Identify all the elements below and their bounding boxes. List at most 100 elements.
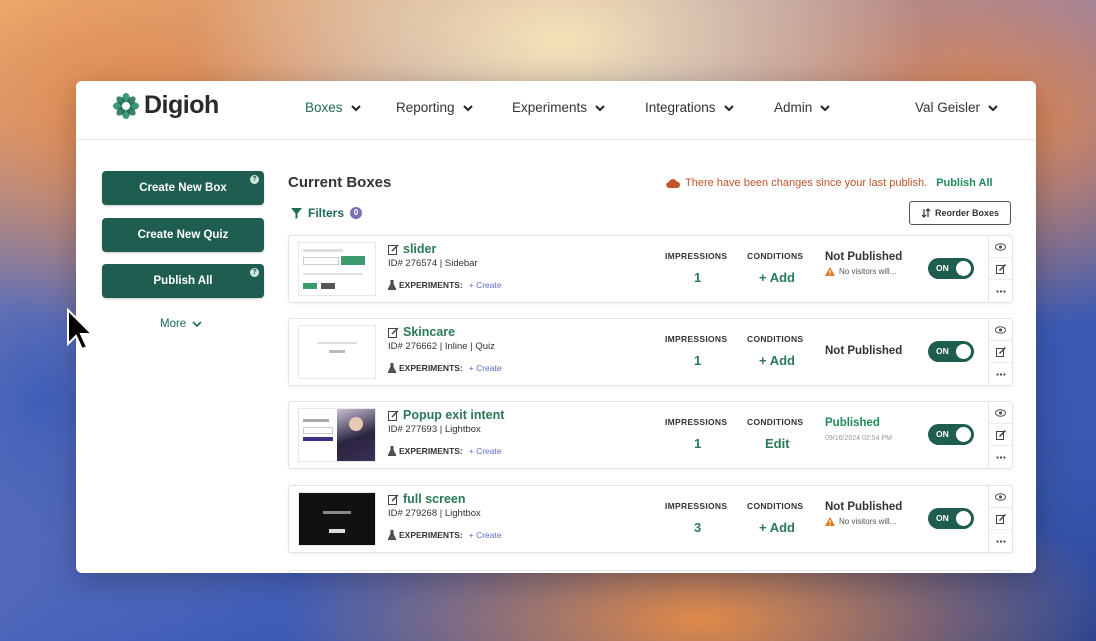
ellipsis-icon: [995, 455, 1006, 459]
conditions-header: CONDITIONS: [747, 251, 804, 261]
box-active-toggle[interactable]: ON: [928, 341, 974, 362]
more-dropdown[interactable]: More: [160, 318, 202, 330]
nav-reporting[interactable]: Reporting: [396, 100, 473, 115]
eye-icon: [995, 492, 1006, 501]
conditions-link[interactable]: + Add: [759, 520, 795, 535]
box-row: slider ID# 276574 | Sidebar EXPERIMENTS:…: [288, 235, 1013, 303]
box-actions: [988, 402, 1012, 468]
impressions-value: 1: [694, 270, 702, 285]
conditions-link[interactable]: + Add: [759, 353, 795, 368]
nav-experiments-label: Experiments: [512, 100, 588, 115]
nav-admin[interactable]: Admin: [774, 100, 830, 115]
box-experiments: EXPERIMENTS: + Create: [388, 280, 502, 290]
box-actions: [988, 486, 1012, 552]
more-options-button[interactable]: [989, 446, 1012, 468]
warning-icon: [825, 267, 835, 276]
box-preview-thumbnail[interactable]: [298, 242, 376, 296]
box-experiments: EXPERIMENTS: + Create: [388, 530, 502, 540]
conditions-link[interactable]: + Add: [759, 270, 795, 285]
edit-icon: [388, 493, 399, 505]
nav-integrations[interactable]: Integrations: [645, 100, 734, 115]
edit-button[interactable]: [989, 508, 1012, 530]
publish-status: Published: [825, 417, 880, 429]
flask-icon: [388, 530, 396, 540]
toggle-label: ON: [936, 263, 949, 273]
edit-button[interactable]: [989, 258, 1012, 280]
preview-button[interactable]: [989, 236, 1012, 258]
edit-icon: [388, 243, 399, 255]
box-name: Popup exit intent: [403, 408, 505, 422]
box-name-link[interactable]: Skincare: [388, 325, 455, 339]
flask-icon: [388, 363, 396, 373]
preview-button[interactable]: [989, 319, 1012, 341]
toggle-knob: [956, 261, 971, 276]
user-name: Val Geisler: [915, 100, 981, 115]
edit-button[interactable]: [989, 424, 1012, 446]
box-preview-thumbnail[interactable]: [298, 408, 376, 462]
flask-icon: [388, 446, 396, 456]
toggle-label: ON: [936, 513, 949, 523]
box-active-toggle[interactable]: ON: [928, 258, 974, 279]
filters-toggle[interactable]: Filters 0: [291, 206, 363, 220]
toggle-knob: [956, 344, 971, 359]
chevron-down-icon: [595, 104, 605, 111]
status-note: No visitors will...: [839, 267, 897, 276]
chevron-down-icon: [988, 104, 998, 111]
impressions-value: 3: [694, 520, 702, 535]
edit-icon: [995, 429, 1006, 440]
impressions-value: 1: [694, 436, 702, 451]
box-preview-thumbnail[interactable]: [298, 325, 376, 379]
experiments-label: EXPERIMENTS:: [399, 530, 463, 540]
digioh-logo-icon: [113, 92, 139, 119]
page-title: Current Boxes: [288, 174, 392, 191]
preview-button[interactable]: [989, 402, 1012, 424]
nav-reporting-label: Reporting: [396, 100, 455, 115]
box-preview-thumbnail[interactable]: [298, 492, 376, 546]
conditions-header: CONDITIONS: [747, 417, 804, 427]
create-new-quiz-label: Create New Quiz: [137, 229, 229, 241]
box-name-link[interactable]: Popup exit intent: [388, 408, 504, 422]
create-new-box-button[interactable]: Create New Box ?: [102, 171, 264, 205]
more-options-button[interactable]: [989, 530, 1012, 552]
user-menu[interactable]: Val Geisler: [915, 100, 998, 115]
create-experiment-link[interactable]: + Create: [469, 280, 502, 290]
conditions-link[interactable]: Edit: [765, 436, 790, 451]
nav-boxes[interactable]: Boxes: [305, 100, 361, 115]
unpublished-changes-notice: There have been changes since your last …: [666, 177, 993, 189]
more-options-button[interactable]: [989, 280, 1012, 302]
create-experiment-link[interactable]: + Create: [469, 446, 502, 456]
box-name: slider: [403, 242, 437, 256]
digioh-logo[interactable]: Digioh: [112, 91, 219, 120]
box-row: full screen ID# 279268 | Lightbox EXPERI…: [288, 485, 1013, 553]
create-experiment-link[interactable]: + Create: [469, 530, 502, 540]
sidebar-publish-all-label: Publish All: [153, 275, 213, 287]
preview-button[interactable]: [989, 486, 1012, 508]
box-row: Skincare ID# 276662 | Inline | Quiz EXPE…: [288, 318, 1013, 386]
experiments-label: EXPERIMENTS:: [399, 446, 463, 456]
edit-button[interactable]: [989, 341, 1012, 363]
cloud-icon: [666, 179, 680, 188]
box-active-toggle[interactable]: ON: [928, 424, 974, 445]
toggle-label: ON: [936, 429, 949, 439]
nav-experiments[interactable]: Experiments: [512, 100, 605, 115]
box-name: full screen: [403, 492, 466, 506]
sort-icon: [921, 208, 931, 218]
box-experiments: EXPERIMENTS: + Create: [388, 363, 502, 373]
app-window: Digioh Boxes Reporting Experiments Integ…: [76, 81, 1036, 573]
sidebar-publish-all-button[interactable]: Publish All ?: [102, 264, 264, 298]
status-note: No visitors will...: [839, 517, 897, 526]
box-id: ID# 279268 | Lightbox: [388, 508, 481, 519]
top-navigation: Digioh Boxes Reporting Experiments Integ…: [76, 81, 1036, 140]
help-icon[interactable]: ?: [250, 175, 259, 184]
chevron-down-icon: [820, 104, 830, 111]
more-options-button[interactable]: [989, 363, 1012, 385]
create-experiment-link[interactable]: + Create: [469, 363, 502, 373]
box-row-partial: [288, 570, 1013, 573]
box-active-toggle[interactable]: ON: [928, 508, 974, 529]
help-icon[interactable]: ?: [250, 268, 259, 277]
box-name-link[interactable]: slider: [388, 242, 436, 256]
box-name-link[interactable]: full screen: [388, 492, 466, 506]
publish-all-link[interactable]: Publish All: [936, 177, 992, 189]
reorder-boxes-button[interactable]: Reorder Boxes: [909, 201, 1011, 225]
create-new-quiz-button[interactable]: Create New Quiz: [102, 218, 264, 252]
